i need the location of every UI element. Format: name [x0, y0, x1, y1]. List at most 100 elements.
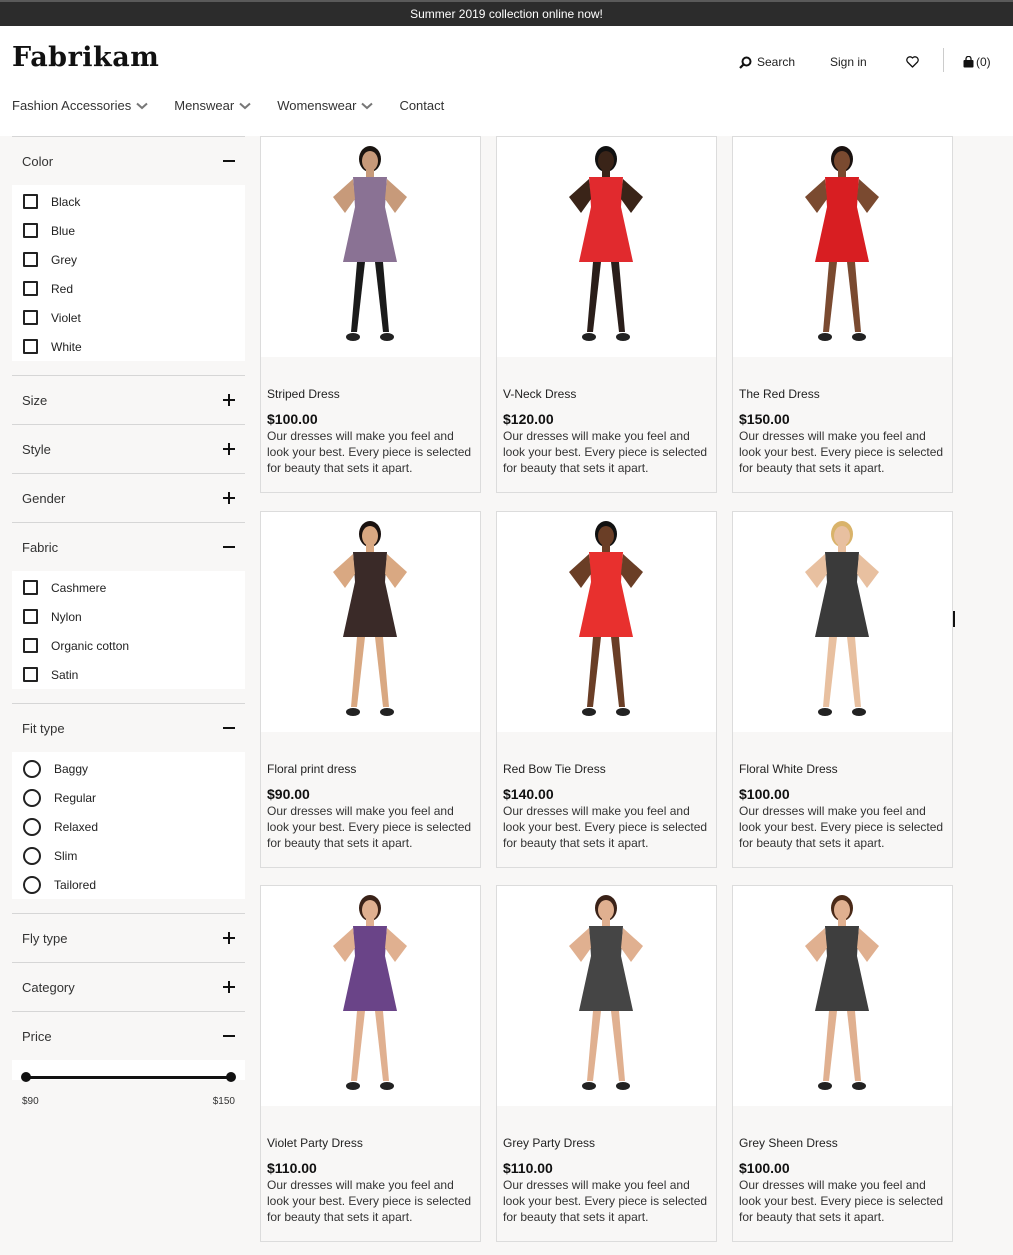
checkbox[interactable] — [23, 281, 38, 296]
radio-button[interactable] — [23, 788, 41, 807]
product-image[interactable] — [497, 886, 716, 1106]
chevron-down-icon — [239, 102, 251, 109]
filter-color-header[interactable]: Color — [12, 137, 245, 185]
product-image[interactable] — [733, 886, 952, 1106]
product-card[interactable]: The Red Dress $150.00 Our dresses will mak… — [732, 136, 953, 493]
product-card[interactable]: V-Neck Dress $120.00 Our dresses will make… — [496, 136, 717, 493]
slider-track[interactable] — [26, 1076, 231, 1079]
checkbox[interactable] — [23, 638, 38, 653]
product-image[interactable] — [733, 137, 952, 357]
filter-fabric: Fabric Cashmere Nylon Organic cotton Sat… — [12, 522, 245, 689]
radio-button[interactable] — [23, 817, 41, 836]
radio-button[interactable] — [23, 875, 41, 894]
collapse-icon — [223, 1030, 235, 1042]
product-image[interactable] — [733, 512, 952, 732]
cart-button[interactable]: (0) — [963, 55, 991, 69]
product-name[interactable]: Floral print dress — [267, 762, 474, 776]
filter-gender-header[interactable]: Gender — [12, 474, 245, 522]
checkbox[interactable] — [23, 609, 38, 624]
checkbox[interactable] — [23, 252, 38, 267]
product-name[interactable]: Grey Sheen Dress — [739, 1136, 946, 1150]
fit-option-regular[interactable]: Regular — [12, 783, 245, 812]
wishlist-button[interactable] — [906, 56, 919, 68]
color-option-black[interactable]: Black — [12, 187, 245, 216]
fit-option-tailored[interactable]: Tailored — [12, 870, 245, 899]
product-name[interactable]: Floral White Dress — [739, 762, 946, 776]
nav-womenswear[interactable]: Womenswear — [277, 98, 374, 113]
color-option-grey[interactable]: Grey — [12, 245, 245, 274]
fabric-option-organic-cotton[interactable]: Organic cotton — [12, 631, 245, 660]
product-image[interactable] — [497, 137, 716, 357]
checkbox[interactable] — [23, 580, 38, 595]
product-info: Grey Party Dress $110.00 Our dresses will … — [497, 1106, 716, 1225]
price-range-slider[interactable] — [12, 1060, 245, 1082]
option-label: Grey — [51, 252, 78, 267]
nav-fashion-accessories[interactable]: Fashion Accessories — [12, 98, 148, 113]
color-option-white[interactable]: White — [12, 332, 245, 361]
product-description: Our dresses will make you feel and look … — [503, 1178, 708, 1224]
promo-banner: Summer 2019 collection online now! — [0, 0, 1013, 26]
product-name[interactable]: The Red Dress — [739, 387, 946, 401]
expand-icon — [223, 981, 235, 993]
slider-min-handle[interactable] — [21, 1072, 31, 1082]
filter-fly-type-header[interactable]: Fly type — [12, 914, 245, 962]
checkbox[interactable] — [23, 223, 38, 238]
product-name[interactable]: Red Bow Tie Dress — [503, 762, 710, 776]
product-info: Red Bow Tie Dress $140.00 Our dresses will… — [497, 732, 716, 851]
fabric-option-satin[interactable]: Satin — [12, 660, 245, 689]
color-option-blue[interactable]: Blue — [12, 216, 245, 245]
fabric-option-nylon[interactable]: Nylon — [12, 602, 245, 631]
product-card[interactable]: Red Bow Tie Dress $140.00 Our dresses will… — [496, 511, 717, 868]
product-image[interactable] — [261, 886, 480, 1106]
product-image[interactable] — [261, 512, 480, 732]
collapse-icon — [223, 155, 235, 167]
product-name[interactable]: Violet Party Dress — [267, 1136, 474, 1150]
color-option-violet[interactable]: Violet — [12, 303, 245, 332]
radio-button[interactable] — [23, 846, 41, 865]
fit-option-slim[interactable]: Slim — [12, 841, 245, 870]
checkbox[interactable] — [23, 194, 38, 209]
fit-option-baggy[interactable]: Baggy — [12, 754, 245, 783]
product-card[interactable]: Violet Party Dress $110.00 Our dresses wil… — [260, 885, 481, 1242]
product-description: Our dresses will make you feel and look … — [267, 1178, 472, 1224]
product-name[interactable]: V-Neck Dress — [503, 387, 710, 401]
product-image[interactable] — [497, 512, 716, 732]
filter-category-header[interactable]: Category — [12, 963, 245, 1011]
checkbox[interactable] — [23, 339, 38, 354]
product-card[interactable]: Striped Dress $100.00 Our dresses will mak… — [260, 136, 481, 493]
filter-style-header[interactable]: Style — [12, 425, 245, 473]
nav-contact[interactable]: Contact — [399, 98, 444, 113]
filter-price-header[interactable]: Price — [12, 1012, 245, 1060]
logo[interactable]: Fabrikam — [12, 42, 159, 73]
product-card[interactable]: Floral print dress $90.00 Our dresses will… — [260, 511, 481, 868]
checkbox[interactable] — [23, 310, 38, 325]
slider-max-handle[interactable] — [226, 1072, 236, 1082]
expand-icon — [223, 443, 235, 455]
product-name[interactable]: Striped Dress — [267, 387, 474, 401]
fabric-option-cashmere[interactable]: Cashmere — [12, 573, 245, 602]
search-button[interactable]: Search — [739, 55, 795, 69]
product-card[interactable]: Grey Sheen Dress $100.00 Our dresses will … — [732, 885, 953, 1242]
product-card[interactable]: Floral White Dress $100.00 Our dresses wil… — [732, 511, 953, 868]
collapse-icon — [223, 541, 235, 553]
product-image[interactable] — [261, 137, 480, 357]
product-info: Grey Sheen Dress $100.00 Our dresses will … — [733, 1106, 952, 1225]
fit-option-relaxed[interactable]: Relaxed — [12, 812, 245, 841]
color-option-red[interactable]: Red — [12, 274, 245, 303]
filter-fabric-header[interactable]: Fabric — [12, 523, 245, 571]
nav-label: Menswear — [174, 98, 235, 113]
filter-sidebar: Color Black Blue Grey Red Violet White S… — [12, 136, 245, 1107]
radio-button[interactable] — [23, 759, 41, 778]
filter-fit-type-header[interactable]: Fit type — [12, 704, 245, 752]
filter-fabric-options: Cashmere Nylon Organic cotton Satin — [12, 571, 245, 689]
nav-menswear[interactable]: Menswear — [174, 98, 251, 113]
product-card[interactable]: Grey Party Dress $110.00 Our dresses will … — [496, 885, 717, 1242]
filter-fit-type-options: Baggy Regular Relaxed Slim Tailored — [12, 752, 245, 899]
sign-in-link[interactable]: Sign in — [830, 55, 867, 69]
expand-icon — [223, 492, 235, 504]
filter-size-header[interactable]: Size — [12, 376, 245, 424]
product-name[interactable]: Grey Party Dress — [503, 1136, 710, 1150]
checkbox[interactable] — [23, 667, 38, 682]
product-info: Violet Party Dress $110.00 Our dresses wil… — [261, 1106, 480, 1225]
chevron-down-icon — [361, 102, 374, 109]
